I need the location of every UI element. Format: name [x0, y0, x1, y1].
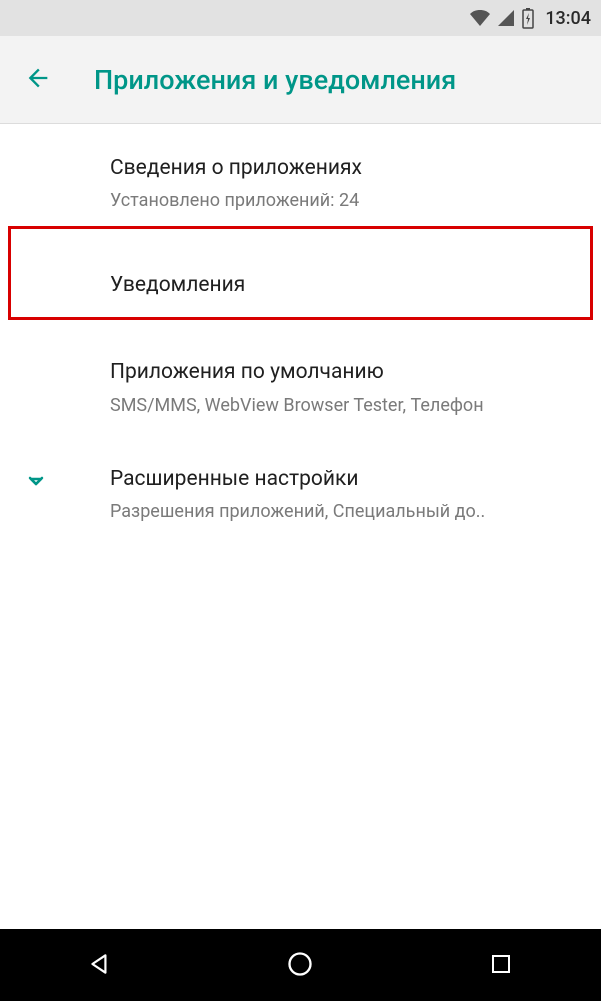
item-title: Уведомления: [110, 271, 581, 300]
status-time: 13:04: [545, 8, 591, 29]
item-advanced[interactable]: Расширенные настройки Разрешения приложе…: [0, 441, 601, 548]
circle-home-icon: [286, 950, 314, 981]
nav-home-button[interactable]: [260, 940, 340, 990]
back-button[interactable]: [18, 60, 58, 100]
settings-list: Сведения о приложениях Установлено прило…: [0, 124, 601, 548]
app-bar: Приложения и уведомления: [0, 36, 601, 124]
status-bar: 13:04: [0, 0, 601, 36]
cell-signal-icon: [497, 9, 515, 27]
nav-recent-button[interactable]: [461, 940, 541, 990]
wifi-icon: [469, 9, 491, 27]
arrow-left-icon: [24, 64, 52, 95]
item-title: Расширенные настройки: [110, 465, 581, 494]
navigation-bar: [0, 929, 601, 1001]
item-default-apps[interactable]: Приложения по умолчанию SMS/MMS, WebView…: [0, 334, 601, 441]
square-recent-icon: [489, 952, 513, 979]
item-subtitle: SMS/MMS, WebView Browser Tester, Телефон: [110, 394, 581, 417]
nav-back-button[interactable]: [60, 940, 140, 990]
item-app-info[interactable]: Сведения о приложениях Установлено прило…: [0, 130, 601, 237]
item-title: Приложения по умолчанию: [110, 358, 581, 387]
item-notifications[interactable]: Уведомления: [0, 237, 601, 334]
page-title: Приложения и уведомления: [94, 64, 456, 96]
battery-charging-icon: [521, 7, 535, 29]
item-title: Сведения о приложениях: [110, 154, 581, 183]
triangle-back-icon: [87, 951, 113, 980]
item-subtitle: Разрешения приложений, Специальный до..: [110, 500, 581, 523]
item-subtitle: Установлено приложений: 24: [110, 189, 581, 212]
chevron-down-icon: [24, 469, 48, 497]
